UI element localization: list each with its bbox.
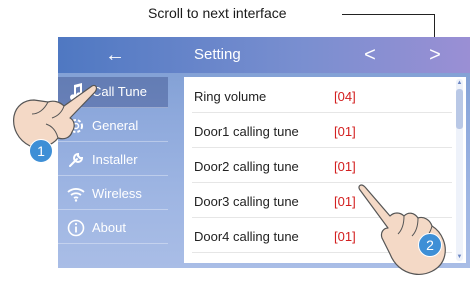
setting-value[interactable]: [04] [334, 89, 356, 104]
title-bar: ← Setting < > [58, 37, 470, 73]
annotation-pointer [434, 14, 435, 38]
info-icon [66, 218, 86, 238]
list-item[interactable]: Door2 calling tune [01] [192, 149, 452, 183]
setting-value[interactable]: [01] [334, 124, 356, 139]
list-item[interactable]: Door1 calling tune [01] [192, 114, 452, 148]
annotation-label: Scroll to next interface [148, 5, 287, 21]
next-page-icon[interactable]: > [424, 43, 446, 67]
sidebar-item-label: Call Tune [92, 84, 147, 99]
sidebar-item-label: Wireless [92, 186, 142, 201]
scroll-up-icon[interactable]: ▲ [456, 79, 463, 87]
setting-value[interactable]: [01] [334, 159, 356, 174]
step-two-badge: 2 [418, 233, 442, 257]
wifi-icon [66, 184, 86, 204]
pointing-hand-icon [352, 182, 462, 285]
sidebar-item-label: About [92, 220, 126, 235]
list-item[interactable]: Ring volume [04] [192, 79, 452, 113]
previous-page-icon[interactable]: < [359, 43, 381, 67]
page-title: Setting [194, 46, 241, 63]
setting-name: Door1 calling tune [194, 124, 299, 139]
setting-name: Door4 calling tune [194, 229, 299, 244]
pointing-hand-icon [8, 76, 100, 165]
annotation-line [342, 14, 435, 15]
sidebar-item-about[interactable]: About [58, 213, 168, 244]
setting-name: Door3 calling tune [194, 194, 299, 209]
back-arrow-icon[interactable]: ← [104, 44, 126, 66]
scroll-thumb[interactable] [456, 89, 463, 129]
setting-name: Ring volume [194, 89, 267, 104]
step-one-badge: 1 [29, 139, 53, 163]
sidebar-item-wireless[interactable]: Wireless [58, 179, 168, 210]
setting-name: Door2 calling tune [194, 159, 299, 174]
